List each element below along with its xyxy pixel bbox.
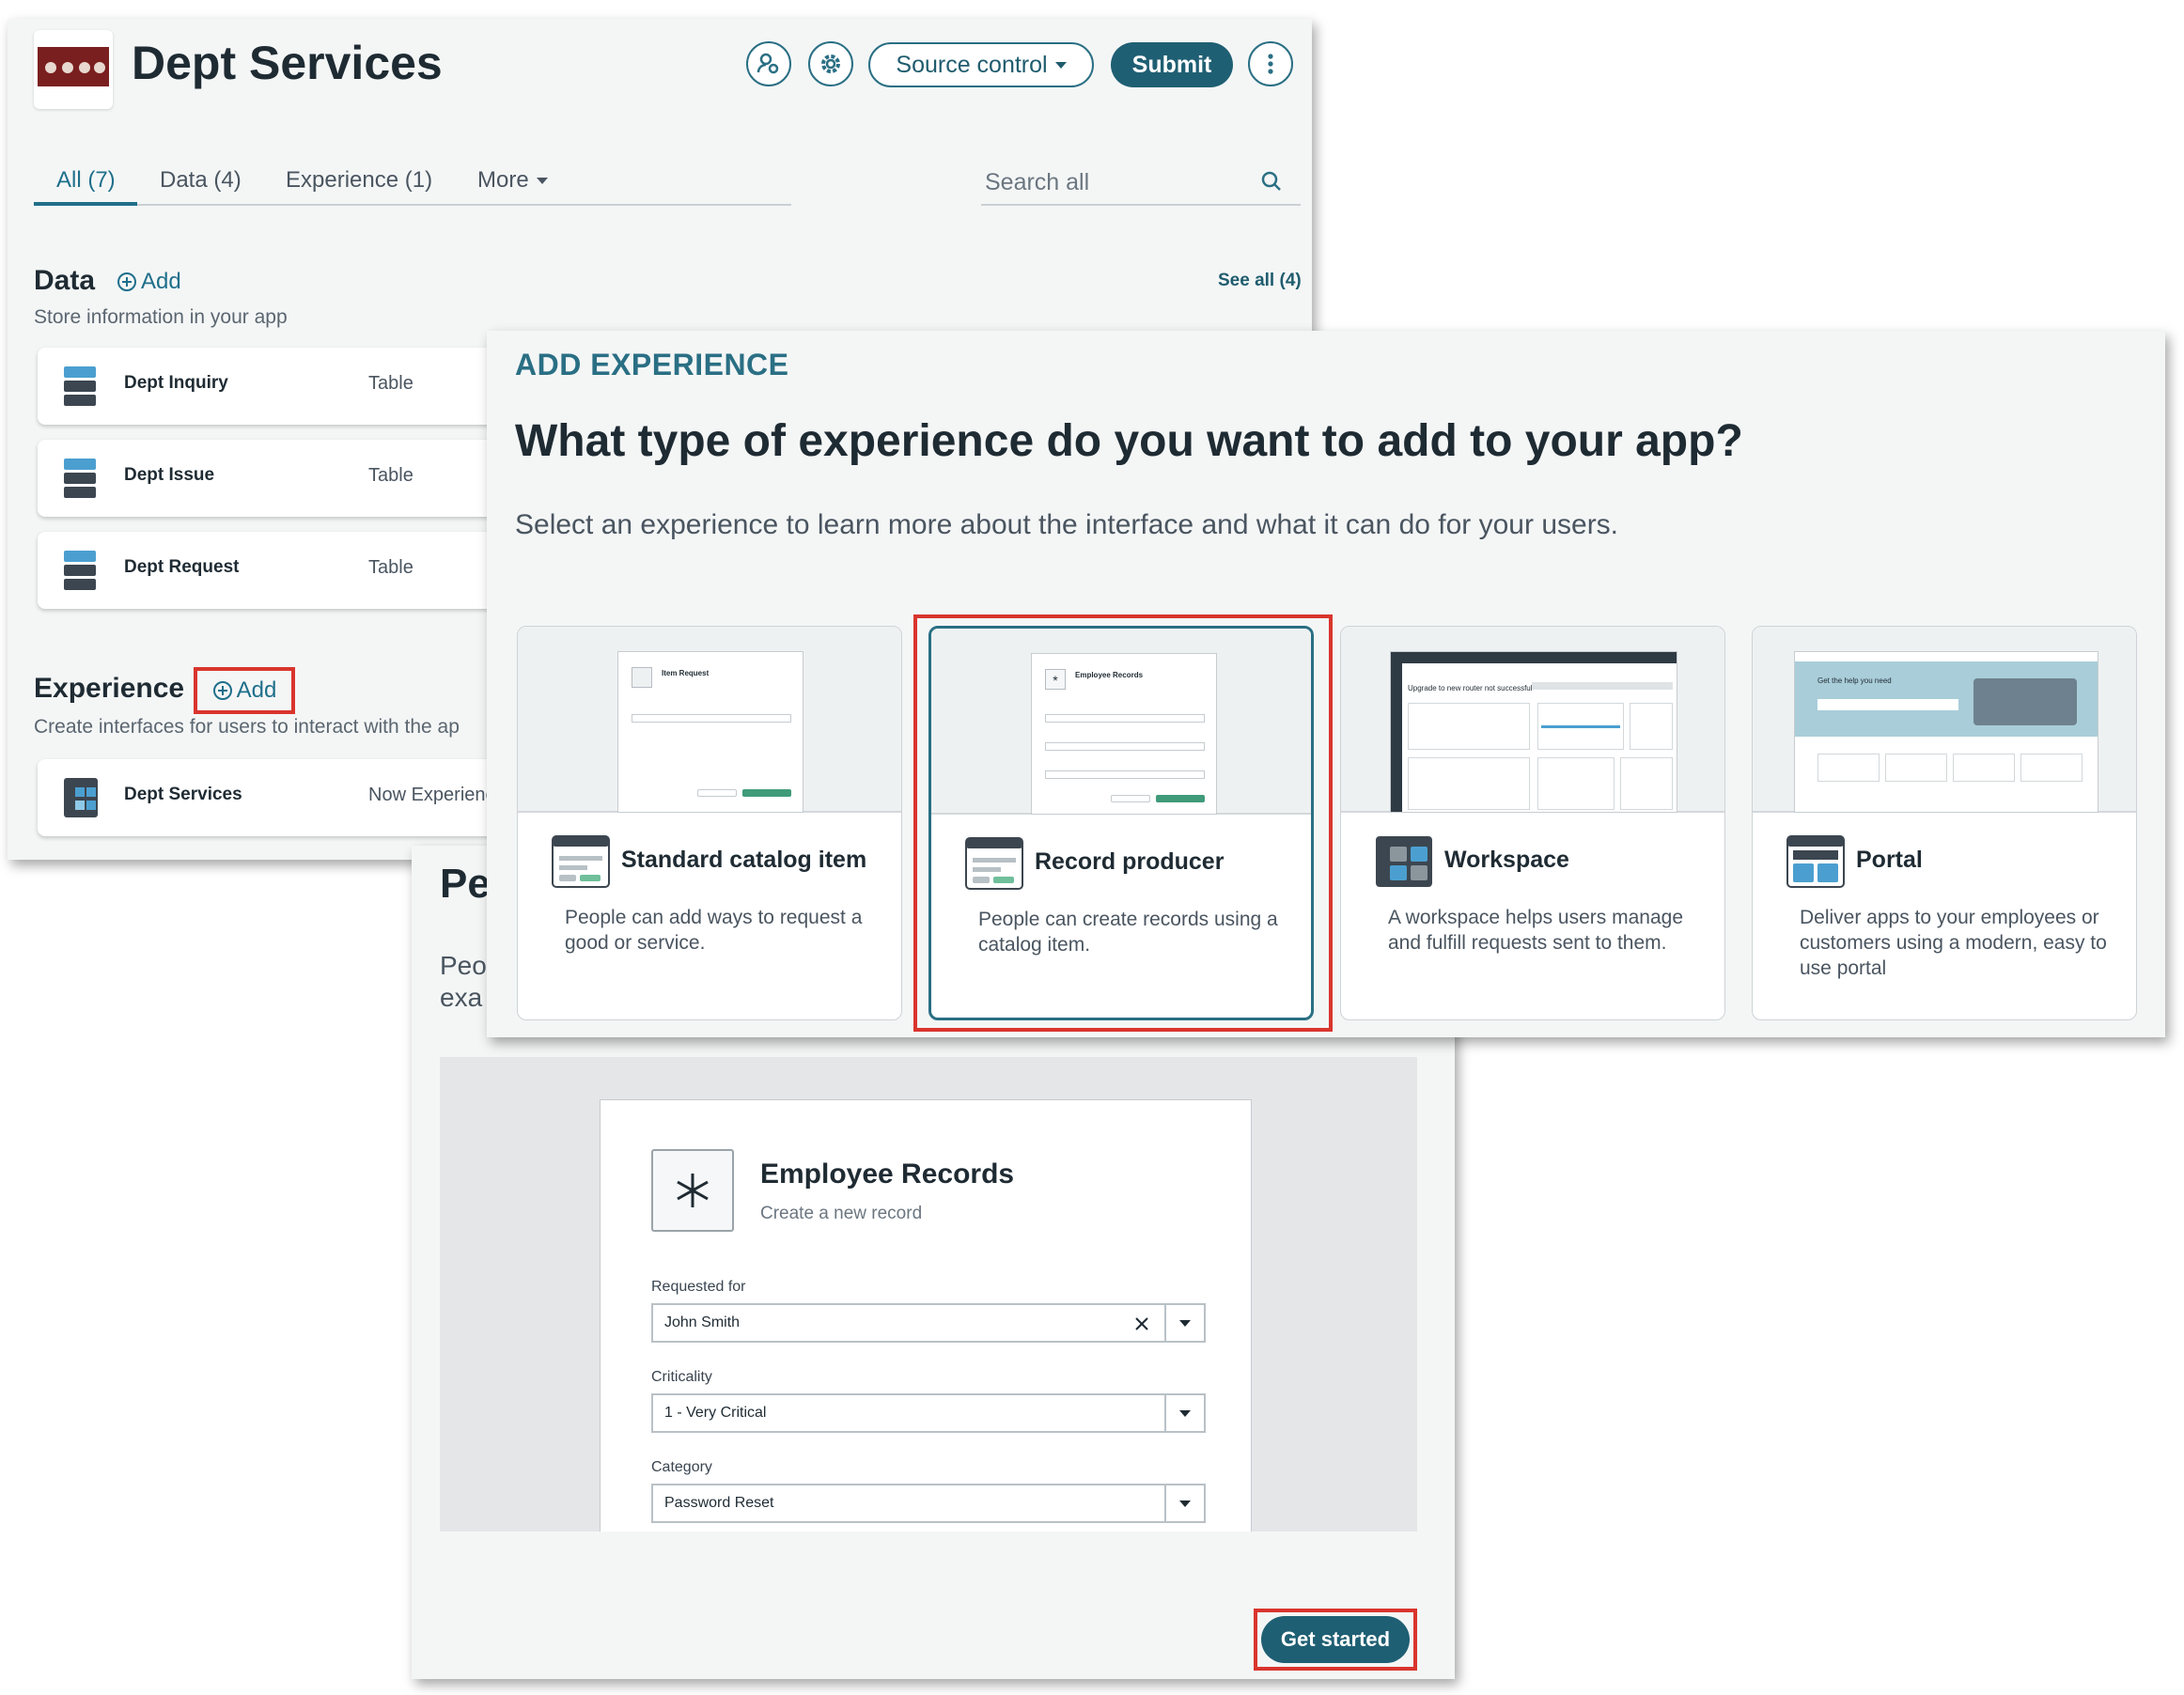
data-section-title: Data <box>34 265 96 296</box>
plus-circle-icon <box>117 272 136 291</box>
asterisk-icon <box>651 1149 734 1232</box>
record-producer-form: Employee Records Create a new record Req… <box>600 1099 1252 1532</box>
tab-more-label: More <box>477 167 529 193</box>
preview-description-line2: exa <box>440 983 483 1012</box>
clear-icon[interactable] <box>1134 1316 1149 1331</box>
table-icon <box>64 459 96 498</box>
add-data-label: Add <box>141 269 181 294</box>
search-underline <box>981 204 1301 206</box>
option-standard-catalog-item[interactable]: Item Request Standard catalog item Peopl… <box>517 626 902 1020</box>
row-type: Table <box>368 373 413 394</box>
row-name: Dept Inquiry <box>124 373 228 393</box>
chevron-down-icon <box>536 177 548 184</box>
catalog-item-thumbnail: Item Request <box>518 627 901 813</box>
criticality-value: 1 - Very Critical <box>664 1405 767 1421</box>
search-icon[interactable] <box>1259 169 1284 194</box>
portal-icon <box>1786 835 1845 888</box>
get-started-button[interactable]: Get started <box>1261 1616 1410 1663</box>
plus-circle-icon <box>212 681 232 700</box>
criticality-label: Criticality <box>651 1369 712 1385</box>
add-experience-button[interactable]: Add <box>194 667 295 714</box>
chevron-down-icon <box>1179 1319 1191 1327</box>
modal-heading: What type of experience do you want to a… <box>515 416 1743 466</box>
tab-experience[interactable]: Experience (1) <box>286 167 432 194</box>
app-logo <box>34 30 113 109</box>
tab-divider <box>34 204 791 206</box>
requested-for-value: John Smith <box>664 1314 741 1330</box>
tab-more[interactable]: More <box>477 167 548 194</box>
user-settings-icon <box>757 53 779 74</box>
requested-for-label: Requested for <box>651 1279 746 1295</box>
category-select[interactable]: Password Reset <box>651 1484 1206 1523</box>
requested-for-field[interactable]: John Smith <box>651 1303 1206 1343</box>
chevron-down-icon <box>1179 1500 1191 1507</box>
thumb-title: Employee Records <box>1075 671 1144 679</box>
preview-stage: Employee Records Create a new record Req… <box>440 1057 1417 1532</box>
row-type: Table <box>368 465 413 486</box>
table-icon <box>64 366 96 406</box>
table-icon <box>64 551 96 590</box>
search-input[interactable]: Search all <box>985 169 1089 196</box>
workspace-thumbnail: Upgrade to new router not successful <box>1341 627 1724 813</box>
criticality-select[interactable]: 1 - Very Critical <box>651 1393 1206 1433</box>
option-description: A workspace helps users manage and fulfi… <box>1388 907 1684 954</box>
option-description: Deliver apps to your employees or custom… <box>1800 907 2107 979</box>
chevron-down-icon <box>1179 1409 1191 1417</box>
data-section-subtitle: Store information in your app <box>34 306 288 328</box>
category-value: Password Reset <box>664 1495 774 1511</box>
thumb-title: Upgrade to new router not successful <box>1408 684 1533 692</box>
option-description: People can add ways to request a good or… <box>565 907 863 954</box>
source-control-label: Source control <box>896 51 1048 78</box>
criticality-dropdown[interactable] <box>1164 1395 1204 1431</box>
option-workspace[interactable]: Upgrade to new router not successful Wor… <box>1340 626 1725 1020</box>
add-data-button[interactable]: Add <box>117 269 181 295</box>
option-title: Workspace <box>1444 847 1569 873</box>
row-name: Dept Services <box>124 785 242 804</box>
requested-for-dropdown[interactable] <box>1164 1305 1204 1341</box>
option-title: Portal <box>1856 847 1923 873</box>
app-title: Dept Services <box>132 37 443 89</box>
modal-eyebrow: ADD EXPERIENCE <box>515 348 789 381</box>
thumb-title: Item Request <box>662 669 710 677</box>
add-experience-modal: ADD EXPERIENCE What type of experience d… <box>487 331 2165 1037</box>
settings-button[interactable] <box>808 41 853 86</box>
record-producer-icon <box>965 837 1023 890</box>
tab-data[interactable]: Data (4) <box>160 167 242 194</box>
source-control-button[interactable]: Source control <box>868 42 1094 87</box>
option-description: People can create records using a catalo… <box>978 909 1278 956</box>
form-title: Employee Records <box>760 1159 1015 1190</box>
option-record-producer[interactable]: * Employee Records Record producer Peopl… <box>928 626 1314 1020</box>
option-title: Standard catalog item <box>621 847 867 873</box>
option-portal[interactable]: Get the help you need Portal Deliver app… <box>1752 626 2137 1020</box>
add-experience-label: Add <box>236 677 277 703</box>
active-tab-indicator <box>34 202 137 206</box>
submit-button[interactable]: Submit <box>1111 42 1233 87</box>
record-producer-thumbnail: * Employee Records <box>931 629 1311 815</box>
chevron-down-icon <box>1054 61 1067 69</box>
experience-section-title: Experience <box>34 673 185 704</box>
catalog-item-icon <box>552 835 610 888</box>
experience-section-subtitle: Create interfaces for users to interact … <box>34 716 460 738</box>
thumb-title: Get the help you need <box>1817 676 1892 685</box>
experience-icon <box>64 778 98 817</box>
collaborators-button[interactable] <box>746 41 791 86</box>
see-all-data-link[interactable]: See all (4) <box>1218 271 1302 291</box>
preview-heading: Pe <box>440 861 491 907</box>
workspace-icon <box>1376 836 1432 887</box>
category-dropdown[interactable] <box>1164 1485 1204 1521</box>
modal-description: Select an experience to learn more about… <box>515 509 1619 540</box>
option-title: Record producer <box>1035 848 1225 875</box>
gear-icon <box>821 54 840 73</box>
kebab-menu-icon <box>1268 54 1273 74</box>
preview-description-line1: Peo <box>440 951 487 980</box>
category-label: Category <box>651 1459 712 1475</box>
form-subtitle: Create a new record <box>760 1204 923 1223</box>
portal-thumbnail: Get the help you need <box>1753 627 2136 813</box>
row-type: Table <box>368 557 413 578</box>
row-type: Now Experience <box>368 785 506 805</box>
more-actions-button[interactable] <box>1248 41 1293 86</box>
row-name: Dept Issue <box>124 465 215 485</box>
row-name: Dept Request <box>124 557 240 577</box>
tab-all[interactable]: All (7) <box>56 167 116 194</box>
